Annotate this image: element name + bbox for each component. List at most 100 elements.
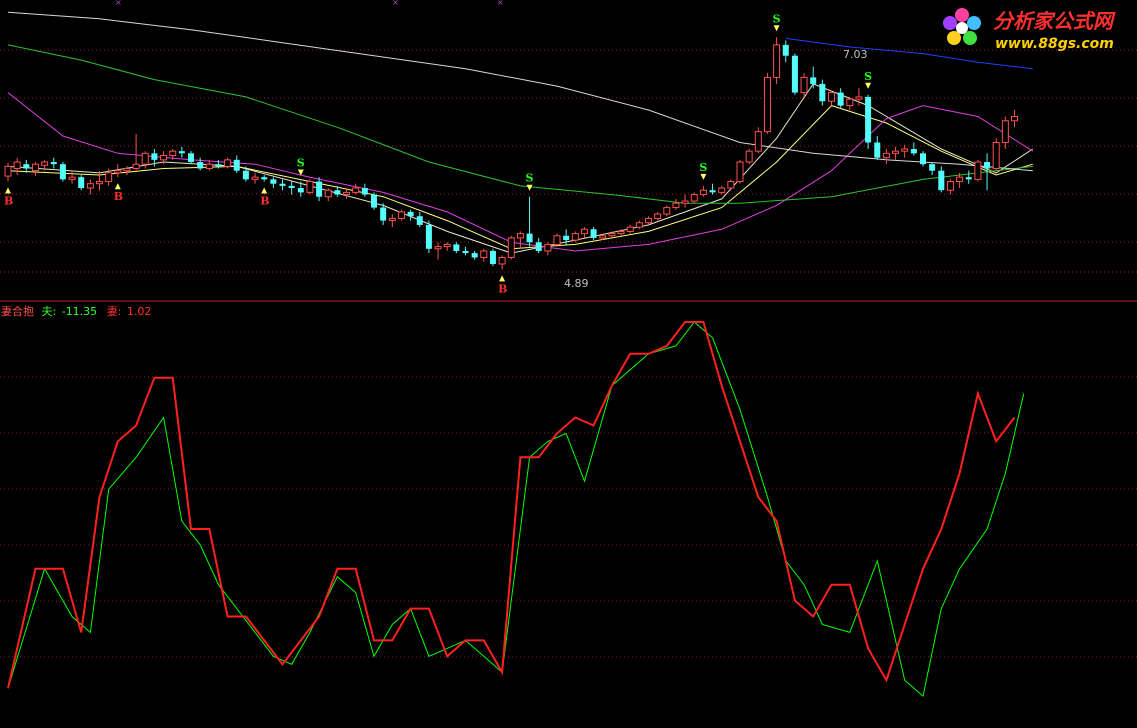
candle-body-up xyxy=(480,250,488,258)
candle-body-up xyxy=(251,176,259,180)
fu-value: -11.35 xyxy=(62,305,97,318)
candle-body-up xyxy=(699,189,707,196)
sell-signal: S xyxy=(864,70,872,83)
candle-body-up xyxy=(571,233,579,241)
candle-body-up xyxy=(105,172,113,183)
candle-body-down xyxy=(288,185,295,189)
candle-body-up xyxy=(4,165,12,177)
candle-body-down xyxy=(215,164,222,167)
candle-body-down xyxy=(563,235,570,241)
candle-body-up xyxy=(352,187,360,193)
candle-body-up xyxy=(141,152,149,165)
candle-body-down xyxy=(819,83,826,102)
candle-body-down xyxy=(929,164,936,171)
candle-body-up xyxy=(727,181,735,189)
candle-body-up xyxy=(773,44,781,78)
chart-background xyxy=(0,0,1137,728)
candle-body-up xyxy=(599,235,607,239)
candle-body-down xyxy=(984,162,991,169)
candle-body-down xyxy=(197,162,204,169)
logo-url: www.88gs.com xyxy=(995,36,1114,52)
candle-body-down xyxy=(371,194,377,208)
buy-signal: B xyxy=(498,282,507,295)
candle-body-down xyxy=(782,44,789,56)
candle-body-up xyxy=(690,194,698,202)
candle-body-down xyxy=(938,170,945,191)
candle-body-up xyxy=(892,150,900,154)
candle-body-down xyxy=(242,170,249,180)
candle-body-down xyxy=(965,177,972,180)
candle-body-down xyxy=(50,162,57,165)
candle-body-down xyxy=(270,179,277,184)
candle-body-up xyxy=(507,237,515,258)
candle-body-up xyxy=(434,246,442,250)
candle-body-up xyxy=(645,217,652,224)
candle-body-up xyxy=(443,243,451,248)
candle-body-down xyxy=(334,190,341,195)
top-tick: × xyxy=(392,0,399,7)
candle-body-up xyxy=(855,96,863,100)
qi-value: 1.02 xyxy=(127,305,152,318)
candle-body-down xyxy=(709,190,716,193)
candle-body-up xyxy=(882,152,890,159)
candle-body-up xyxy=(800,76,808,94)
candle-body-up xyxy=(763,76,771,133)
candle-body-up xyxy=(306,181,314,193)
candle-body-up xyxy=(498,256,506,265)
candle-body-up xyxy=(516,233,524,239)
candle-body-down xyxy=(316,181,323,197)
candle-body-down xyxy=(791,55,798,93)
candle-body-up xyxy=(544,243,552,252)
candle-body-up xyxy=(672,202,680,209)
candle-body-down xyxy=(535,242,542,251)
candle-body-down xyxy=(23,164,30,169)
buy-signal: B xyxy=(4,195,13,208)
stock-chart: × × × B B B S B S S S S 7.03 4.89 妻合抱 夫: -11.35 妻:… xyxy=(0,0,1137,728)
candle-body-up xyxy=(553,235,561,245)
candle-body-down xyxy=(361,188,368,195)
candle-body-down xyxy=(380,207,387,221)
fu-label: 夫: xyxy=(42,305,57,318)
candle-body-up xyxy=(31,163,39,172)
candle-body-up xyxy=(132,163,140,170)
candle-body-up xyxy=(745,150,753,163)
candle-body-down xyxy=(462,250,469,254)
candle-body-down xyxy=(865,96,872,143)
buy-signal: B xyxy=(114,190,123,203)
high-annotation: 7.03 xyxy=(843,48,868,61)
candle-body-down xyxy=(471,253,478,258)
candle-body-up xyxy=(608,233,616,237)
sell-signal: S xyxy=(699,161,707,174)
candle-body-up xyxy=(96,181,103,185)
candle-body-up xyxy=(13,161,21,170)
candle-body-up xyxy=(388,217,396,222)
candle-body-up xyxy=(681,200,689,204)
candle-body-up xyxy=(828,92,835,102)
candle-body-up xyxy=(86,183,94,189)
candle-body-up xyxy=(974,161,982,180)
top-tick: × xyxy=(497,0,504,7)
candle-body-up xyxy=(160,155,168,161)
candle-body-up xyxy=(580,228,588,235)
candle-body-up xyxy=(754,131,762,152)
candle-body-down xyxy=(233,159,240,171)
candle-body-up xyxy=(956,176,964,183)
candle-body-up xyxy=(397,211,405,219)
candle-body-up xyxy=(205,163,213,170)
candle-body-down xyxy=(920,153,926,165)
candle-body-down xyxy=(297,188,304,193)
candle-body-down xyxy=(910,149,917,154)
candle-body-down xyxy=(526,233,533,243)
candle-body-down xyxy=(874,142,881,158)
candle-body-down xyxy=(59,164,66,180)
candle-body-up xyxy=(169,150,177,157)
candle-body-down xyxy=(407,211,414,217)
candle-body-up xyxy=(663,207,671,215)
candle-body-down xyxy=(590,229,597,238)
candle-body-down xyxy=(78,177,85,189)
candle-body-up xyxy=(1001,120,1009,143)
candle-body-down xyxy=(416,216,423,225)
buy-signal: B xyxy=(260,195,269,208)
candle-body-up xyxy=(718,187,726,193)
candle-body-up xyxy=(846,98,854,107)
